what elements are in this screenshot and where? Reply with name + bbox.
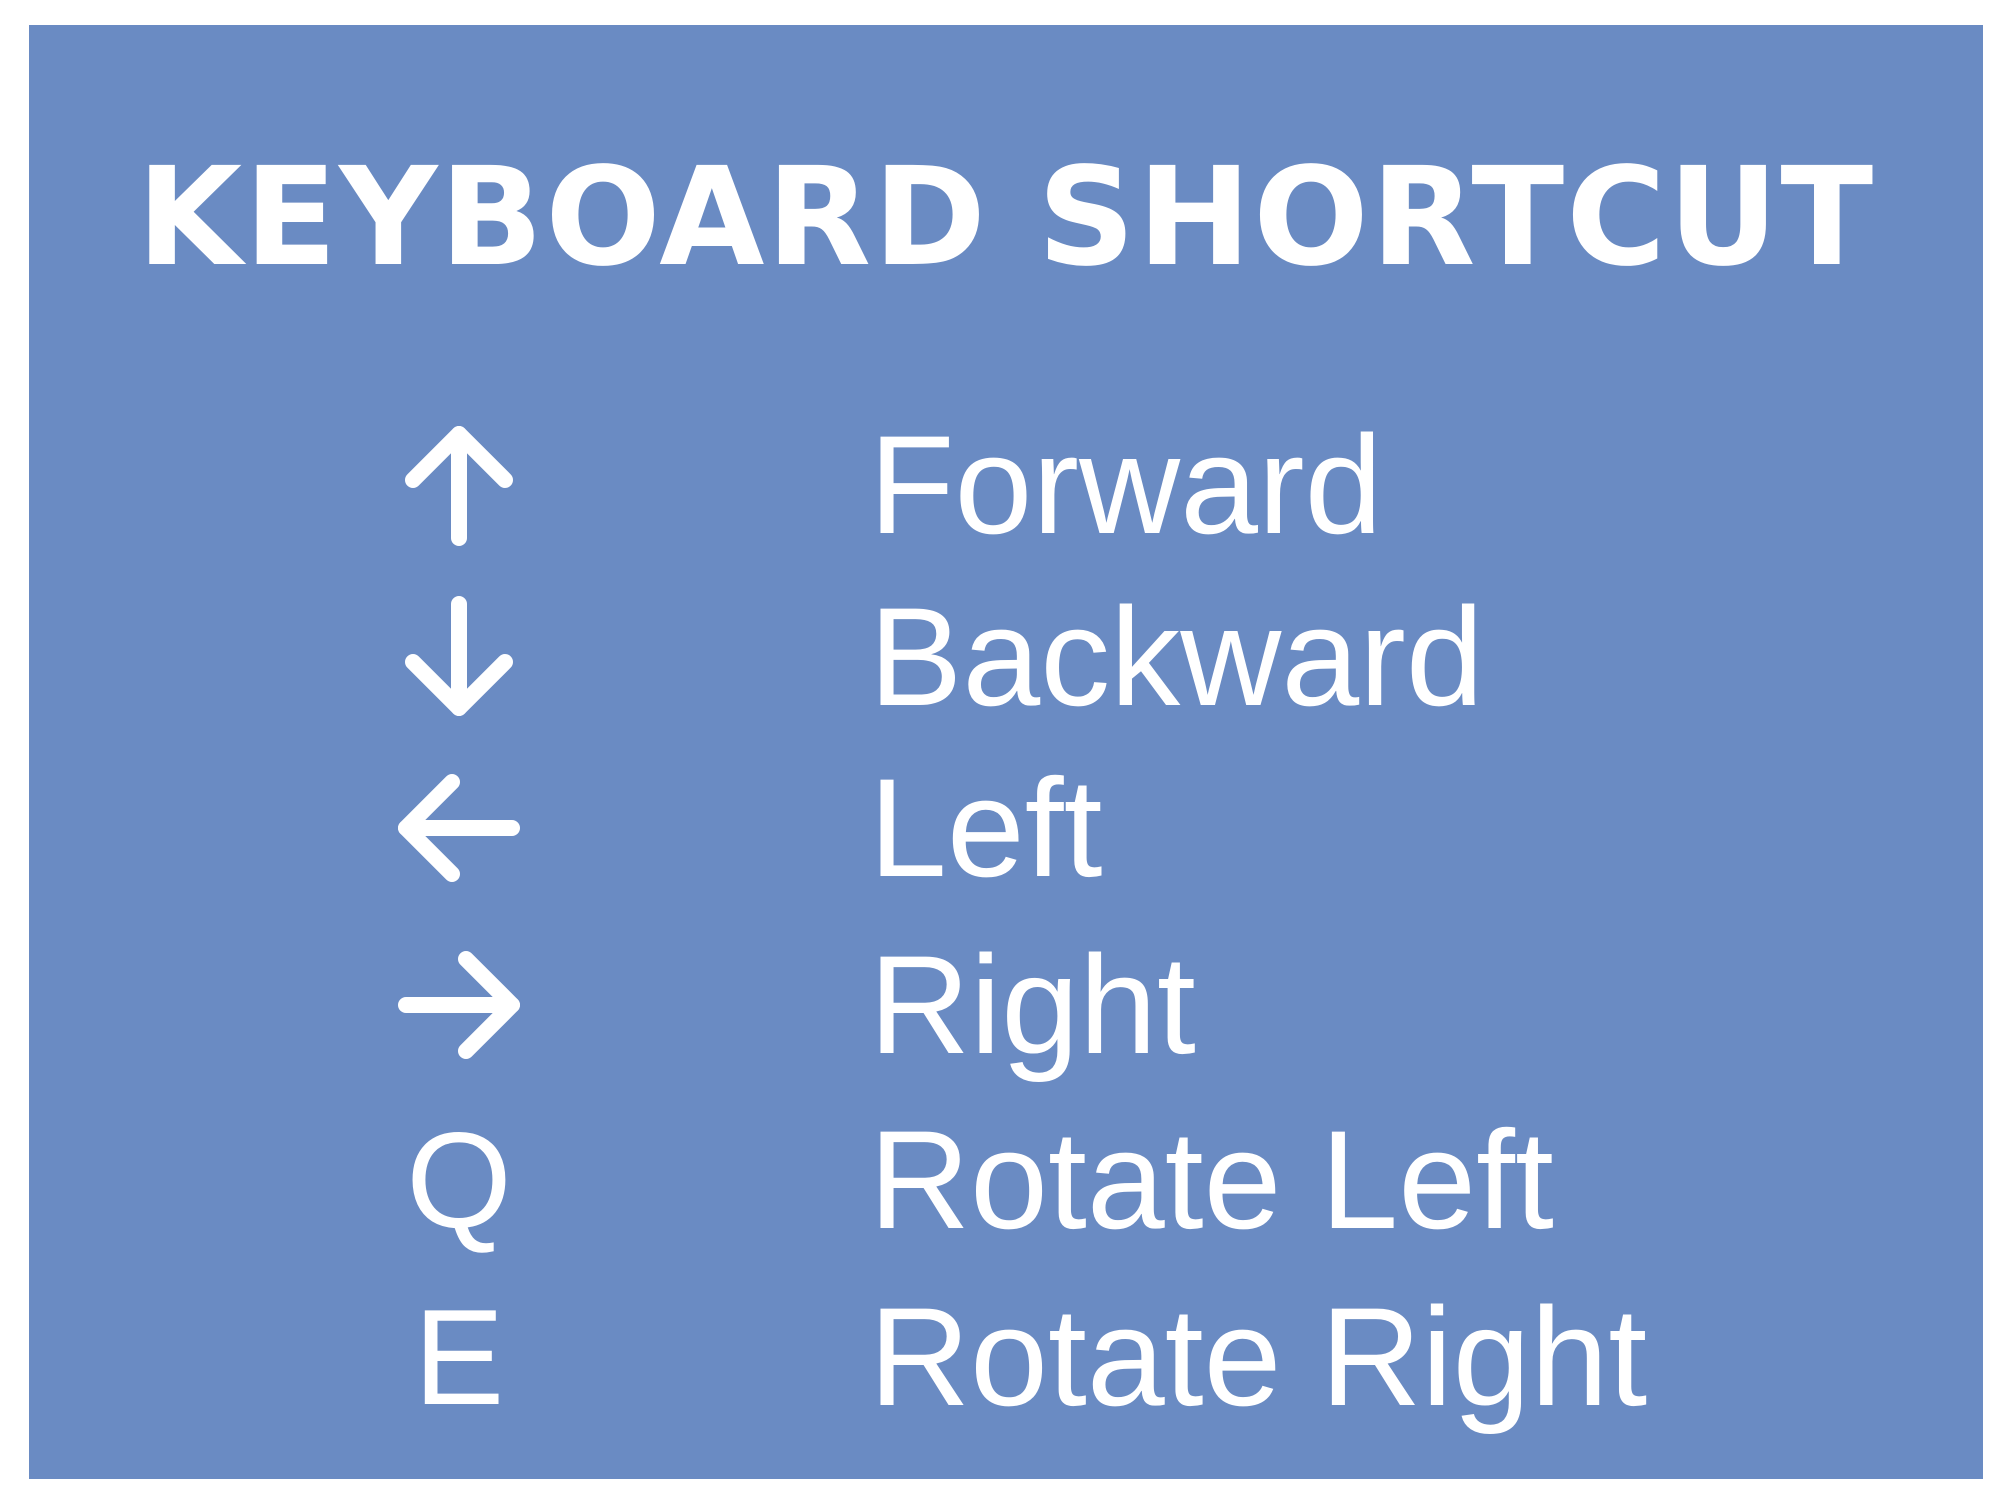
shortcut-action-label: Backward: [869, 578, 1484, 735]
shortcut-action-label: Right: [869, 926, 1196, 1083]
shortcut-row-left: Left: [29, 758, 1983, 898]
shortcut-row-rotate-right: E Rotate Right: [29, 1278, 1983, 1435]
shortcut-row-rotate-left: Q Rotate Left: [29, 1101, 1983, 1258]
shortcut-action-label: Rotate Right: [869, 1278, 1648, 1435]
shortcut-key-e: E: [413, 1281, 505, 1433]
arrow-right-icon: [359, 935, 559, 1075]
shortcut-row-forward: Forward: [29, 415, 1983, 555]
shortcut-row-right: Right: [29, 935, 1983, 1075]
arrow-up-icon: [359, 415, 559, 555]
shortcut-row-backward: Backward: [29, 587, 1983, 727]
shortcut-panel: KEYBOARD SHORTCUT Forward Backward Left: [29, 25, 1983, 1479]
shortcut-action-label: Left: [869, 749, 1103, 906]
page-title: KEYBOARD SHORTCUT: [136, 139, 1876, 297]
shortcut-action-label: Rotate Left: [869, 1101, 1554, 1258]
arrow-left-icon: [359, 758, 559, 898]
shortcut-action-label: Forward: [869, 406, 1383, 563]
shortcut-key-q: Q: [406, 1104, 512, 1256]
arrow-down-icon: [359, 587, 559, 727]
